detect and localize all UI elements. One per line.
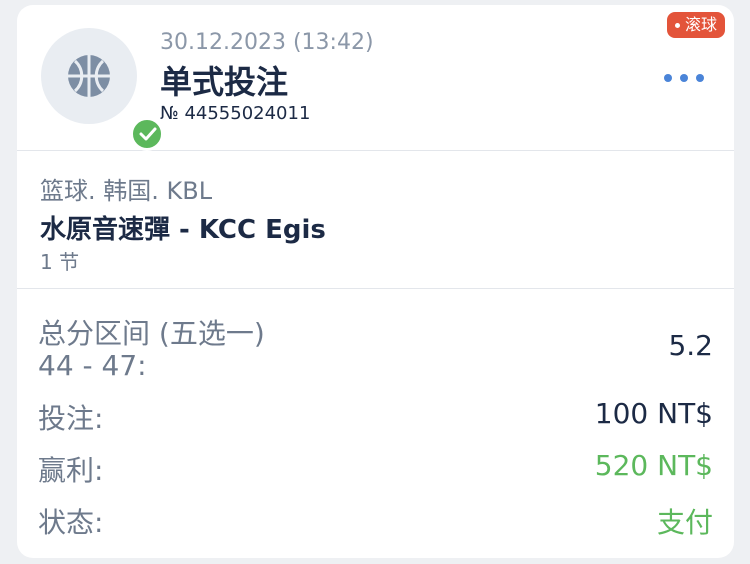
live-badge: 滚球 [666, 12, 725, 38]
bet-header: 30.12.2023 (13:42) 单式投注 № 44555024011 滚球 [17, 5, 734, 151]
status-value: 支付 [656, 506, 713, 539]
win-label: 赢利: [38, 454, 104, 487]
market-selection: 44 - 47: [38, 349, 147, 382]
market-label: 总分区间 (五选一) [38, 317, 265, 350]
period-label: 1 节 [40, 250, 80, 274]
status-label: 状态: [38, 506, 104, 539]
sport-avatar [41, 28, 164, 151]
bet-type-title: 单式投注 [160, 63, 289, 101]
bet-number: № 44555024011 [160, 103, 311, 124]
event-section: 篮球. 韩国. KBL 水原音速彈 - KCC Egis 1 节 [17, 151, 734, 288]
match-name: 水原音速彈 - KCC Egis [40, 215, 326, 245]
check-icon [130, 117, 164, 151]
win-value: 520 NT$ [594, 449, 713, 482]
live-badge-label: 滚球 [684, 15, 717, 34]
live-dot-icon [674, 22, 680, 28]
bet-card: 30.12.2023 (13:42) 单式投注 № 44555024011 滚球… [17, 5, 734, 558]
more-dots-icon[interactable] [664, 70, 704, 86]
bet-date: 30.12.2023 (13:42) [160, 30, 374, 55]
stake-label: 投注: [38, 402, 104, 435]
basketball-icon [68, 55, 110, 97]
divider [17, 288, 734, 289]
league-label: 篮球. 韩国. KBL [40, 177, 213, 205]
stake-value: 100 NT$ [594, 397, 713, 430]
odds-value: 5.2 [668, 329, 713, 362]
